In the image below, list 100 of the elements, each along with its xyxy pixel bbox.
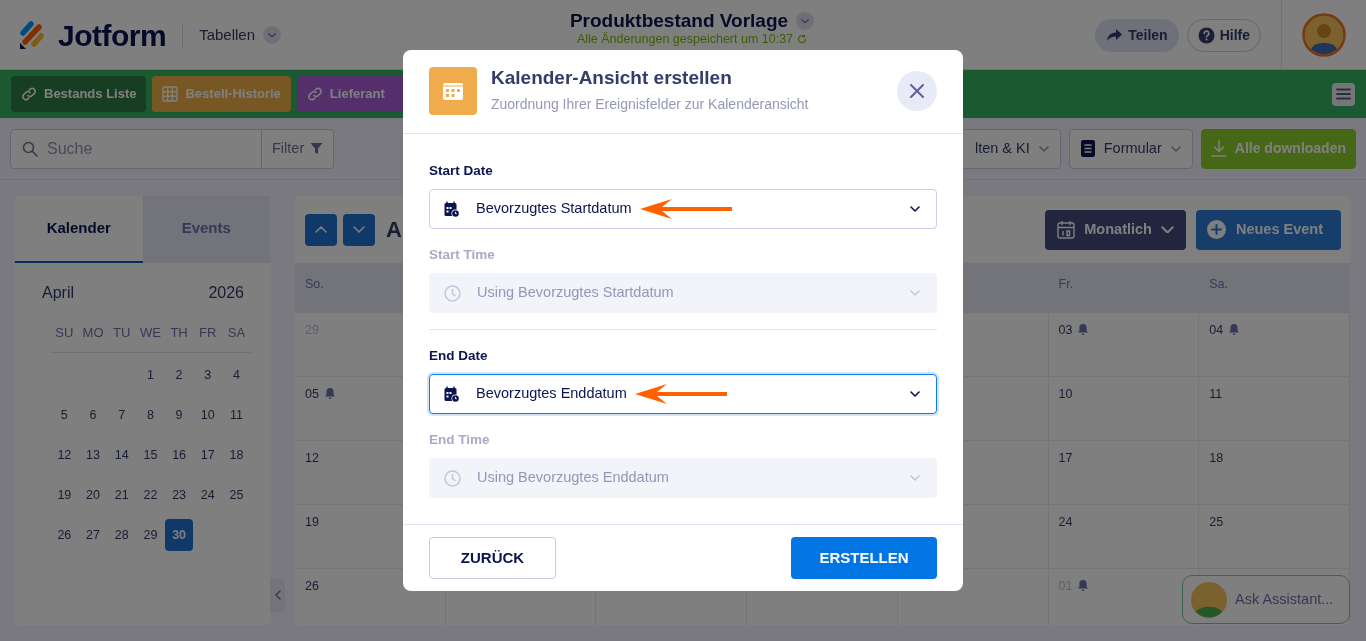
table-tab[interactable]: Bestands Liste (11, 76, 147, 112)
caret-icon (1038, 145, 1049, 152)
menu-button[interactable] (1332, 82, 1355, 106)
chevron-down-icon (353, 226, 365, 233)
day-number: 04 (1209, 322, 1224, 339)
dialog-title: Kalender-Ansicht erstellen (491, 67, 733, 90)
day-cell[interactable]: 18 (222, 439, 251, 471)
day-cell[interactable]: 23 (164, 479, 194, 511)
share-button[interactable]: Teilen (1095, 18, 1179, 52)
chevron-down-icon (910, 475, 920, 481)
form-icon (1080, 140, 1095, 157)
dialog-subtitle: Zuordnung Ihrer Ereignisfelder zur Kalenderansicht (491, 94, 809, 114)
calendar-cell[interactable]: 17 (1048, 441, 1200, 505)
tables-menu[interactable]: Tabellen (199, 23, 282, 47)
day-number: 11 (1209, 386, 1223, 403)
caret-icon (1160, 225, 1174, 234)
day-cell[interactable]: 19 (50, 479, 79, 511)
calendar-cell[interactable]: 11 (1199, 377, 1350, 441)
day-number: 10 (1058, 386, 1073, 403)
day-cell[interactable]: 15 (136, 439, 165, 471)
day-number: 24 (1058, 514, 1073, 531)
weekday-label: SA (222, 313, 251, 353)
refresh-icon (797, 34, 808, 44)
date-select[interactable]: Bevorzugtes Enddatum (429, 374, 937, 414)
day-cell[interactable]: 28 (107, 519, 137, 551)
collapse-handle[interactable] (270, 578, 285, 612)
back-button[interactable]: ZURÜCK (429, 537, 556, 579)
day-number: 19 (305, 514, 319, 531)
day-cell[interactable]: 10 (193, 399, 223, 431)
new-event-button[interactable]: Neues Event (1195, 209, 1341, 250)
share-icon (1106, 28, 1124, 42)
day-cell[interactable]: 8 (136, 399, 165, 431)
caret-icon (1170, 145, 1181, 152)
day-cell[interactable]: 20 (78, 479, 108, 511)
calendar-cell[interactable]: 10 (1048, 377, 1200, 441)
day-cell[interactable]: 16 (164, 439, 194, 471)
day-number: 17 (1058, 450, 1073, 467)
logo-text: Jotform (58, 17, 167, 54)
day-cell[interactable]: 30 (164, 519, 194, 551)
chevron-down-icon (910, 290, 920, 296)
day-number: 18 (1209, 450, 1224, 467)
day-number: 12 (305, 450, 319, 467)
search-field[interactable]: Suche (10, 128, 262, 169)
clock-icon (444, 469, 461, 487)
calendar-cell[interactable]: 25 (1199, 505, 1350, 569)
table-icon (162, 86, 179, 102)
day-number: 03 (1058, 322, 1073, 339)
filter-button[interactable]: Filter (262, 128, 335, 169)
day-cell[interactable]: 6 (78, 399, 108, 431)
day-cell[interactable]: 26 (50, 519, 79, 551)
day-cell[interactable]: 2 (164, 359, 194, 391)
day-cell[interactable]: 17 (193, 439, 223, 471)
close-icon (909, 83, 925, 99)
view-dropdown[interactable]: Monatlich (1045, 209, 1186, 250)
search-icon (22, 140, 38, 157)
close-button[interactable] (897, 71, 937, 111)
day-cell[interactable]: 14 (107, 439, 137, 471)
day-cell[interactable]: 7 (107, 399, 137, 431)
sidebar-tab[interactable]: Events (142, 196, 270, 263)
chevron-down-icon (910, 391, 920, 397)
day-cell[interactable]: 21 (107, 479, 137, 511)
day-cell[interactable]: 12 (50, 439, 79, 471)
day-cell[interactable]: 22 (136, 479, 165, 511)
save-status: Alle Änderungen gespeichert um 10:37 (576, 32, 794, 46)
ask-assistant-toast[interactable]: Ask Assistant... (1182, 575, 1350, 624)
link-icon (21, 86, 37, 102)
day-cell[interactable]: 13 (78, 439, 108, 471)
day-cell[interactable]: 11 (222, 399, 251, 431)
month-title: A (386, 216, 402, 244)
calendar-icon (429, 67, 477, 115)
form-title: Produktbestand Vorlage (569, 10, 789, 32)
calendar-cell[interactable]: 03 (1048, 313, 1200, 377)
calendar-clock-icon (444, 200, 460, 218)
weekday-label: FR (193, 313, 223, 353)
weekday-label: SU (50, 313, 79, 353)
calendar-icon (1057, 220, 1076, 239)
create-button[interactable]: ERSTELLEN (791, 537, 937, 579)
day-cell[interactable]: 5 (50, 399, 79, 431)
weekday-label: So. (305, 277, 324, 291)
calendar-cell[interactable]: 18 (1199, 441, 1350, 505)
avatar (1302, 13, 1346, 57)
day-cell[interactable]: 9 (164, 399, 194, 431)
weekday-label: Sa. (1209, 277, 1229, 291)
help-button[interactable]: Hilfe (1186, 18, 1261, 52)
day-cell[interactable]: 27 (78, 519, 108, 551)
day-cell[interactable]: 25 (222, 479, 251, 511)
weekday-label: TH (164, 313, 194, 353)
previous-button[interactable] (305, 213, 337, 246)
month-label: April (42, 283, 74, 303)
day-cell[interactable]: 4 (222, 359, 251, 391)
date-select[interactable]: Bevorzugtes Startdatum (429, 189, 937, 229)
day-cell[interactable]: 1 (136, 359, 165, 391)
next-button[interactable] (343, 213, 375, 246)
day-cell[interactable]: 29 (136, 519, 165, 551)
form-button[interactable]: Formular (1068, 128, 1193, 169)
day-cell[interactable]: 24 (193, 479, 223, 511)
calendar-cell[interactable]: 04 (1199, 313, 1350, 377)
calendar-cell[interactable]: 24 (1048, 505, 1200, 569)
caret-icon[interactable] (796, 12, 815, 30)
day-cell[interactable]: 3 (193, 359, 223, 391)
